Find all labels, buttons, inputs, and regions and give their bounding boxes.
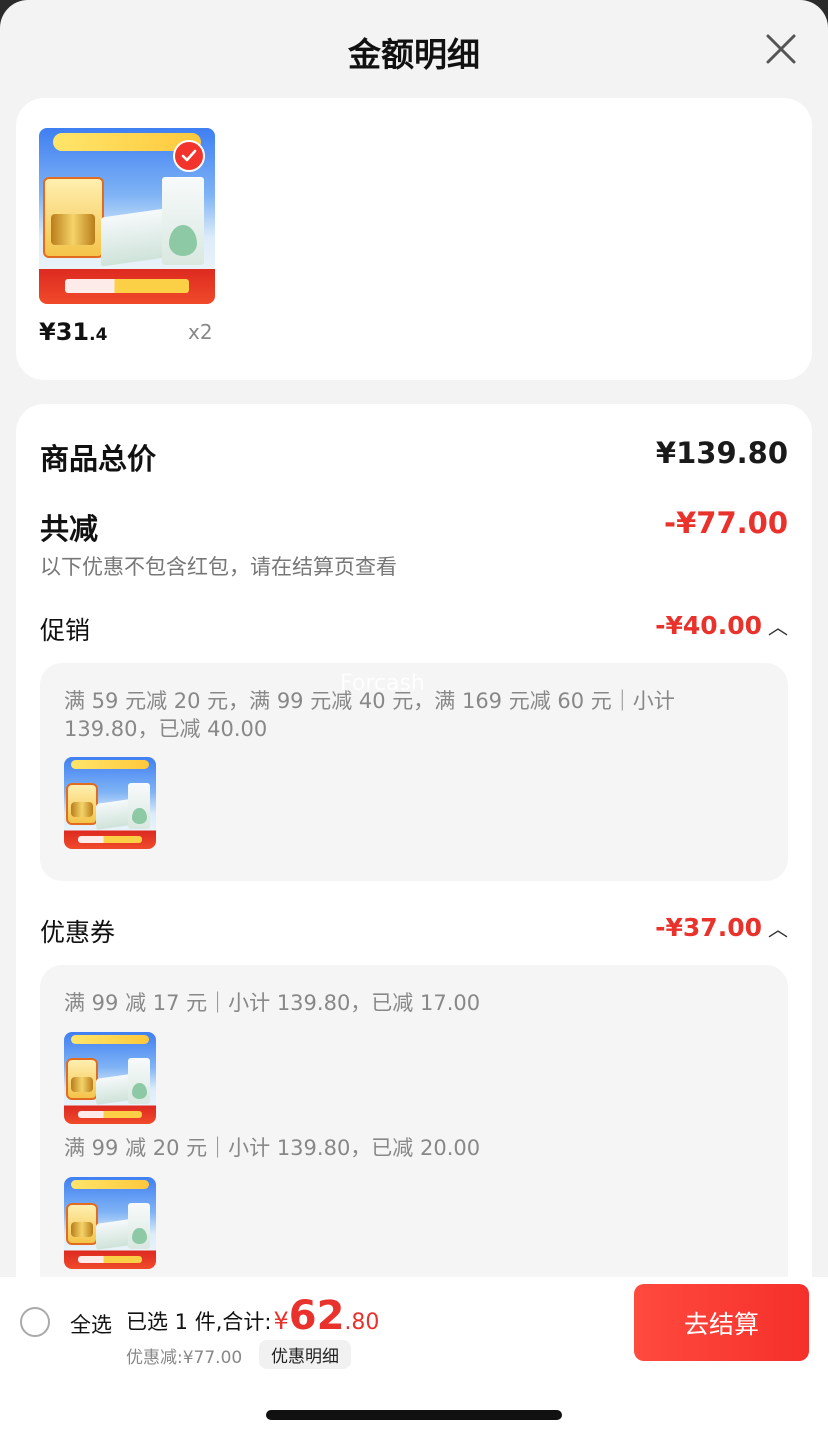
promo-product-thumb[interactable] [64, 757, 156, 849]
coupon-row[interactable]: 优惠券 -¥37.00 ︿ [40, 913, 788, 949]
coupon-value: -¥37.00 ︿ [655, 913, 788, 942]
reduce-note: 以下优惠不包含红包，请在结算页查看 [40, 555, 397, 579]
total-label: 商品总价 [40, 442, 157, 476]
coupon-product-thumb-1[interactable] [64, 1032, 156, 1124]
select-all-label[interactable]: 全选 [70, 1309, 112, 1339]
watermark: Forcash [340, 671, 425, 696]
coupon-box: 满 99 减 17 元｜小计 139.80，已减 17.00 满 99 减 20… [40, 965, 788, 1325]
coupon-label: 优惠券 [40, 918, 116, 947]
coupon-product-thumb-2[interactable] [64, 1177, 156, 1269]
promo-row[interactable]: 促销 -¥40.00 ︿ [40, 611, 788, 647]
total-value: ¥139.80 [655, 436, 788, 470]
selected-check-badge [173, 140, 205, 172]
promo-label: 促销 [40, 616, 91, 645]
close-button[interactable] [762, 30, 800, 68]
chevron-up-icon[interactable]: ︿ [768, 611, 788, 640]
coupon-rule-2: 满 99 减 20 元｜小计 139.80，已减 20.00 [64, 1136, 481, 1160]
discount-detail-button[interactable]: 优惠明细 [259, 1340, 351, 1369]
promo-value: -¥40.00 ︿ [655, 611, 788, 640]
product-quantity: x2 [188, 320, 213, 344]
sheet-header: 金额明细 [0, 0, 828, 98]
reduce-value: -¥77.00 [664, 506, 788, 540]
discount-text: 优惠减:¥77.00 [126, 1348, 243, 1368]
close-icon [766, 34, 796, 64]
reduce-label: 共减 [40, 512, 99, 546]
checkout-bar: 全选 已选 1 件,合计: ¥ 62 .80 优惠减:¥77.00 优惠明细 去… [0, 1277, 828, 1435]
select-all-radio[interactable] [20, 1307, 50, 1337]
chevron-up-icon[interactable]: ︿ [768, 913, 788, 942]
reduce-row: 共减 -¥77.00 [40, 506, 788, 546]
product-card: ¥31.4 x2 [16, 98, 812, 380]
page-title: 金额明细 [348, 35, 480, 74]
product-image[interactable] [39, 128, 215, 304]
coupon-rule-1: 满 99 减 17 元｜小计 139.80，已减 17.00 [64, 991, 481, 1015]
amount-detail-sheet: 金额明细 ¥31.4 x2 商品总价 ¥139.80 共减 -¥77.00 以下… [0, 0, 828, 1435]
home-indicator[interactable] [266, 1410, 562, 1420]
product-price: ¥31.4 [39, 318, 108, 346]
check-icon [181, 149, 197, 162]
price-detail-card: 商品总价 ¥139.80 共减 -¥77.00 以下优惠不包含红包，请在结算页查… [16, 404, 812, 1325]
checkout-button[interactable]: 去结算 [634, 1284, 809, 1361]
total-row: 商品总价 ¥139.80 [40, 436, 788, 476]
order-summary: 已选 1 件,合计: ¥ 62 .80 [126, 1293, 380, 1339]
